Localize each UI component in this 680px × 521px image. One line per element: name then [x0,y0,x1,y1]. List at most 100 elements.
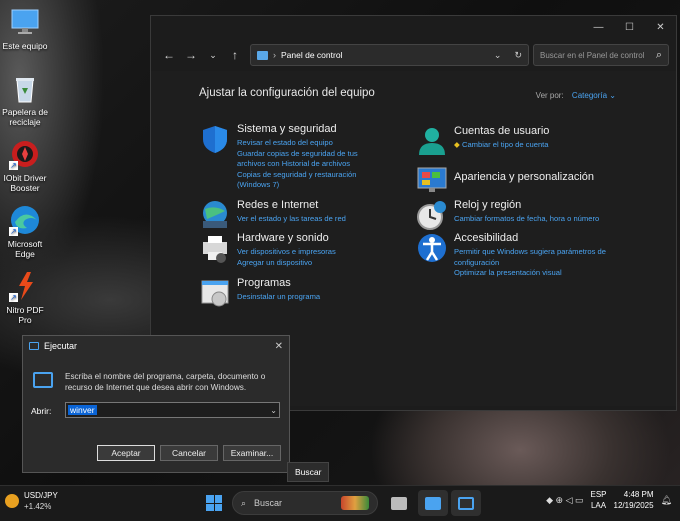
maximize-button[interactable]: ☐ [614,22,645,33]
nitro-pdf-icon: ↗ [9,270,41,302]
cancel-button[interactable]: Cancelar [160,445,218,461]
category-title[interactable]: Programas [237,277,320,290]
view-by-value[interactable]: Categoría [572,91,607,100]
windows-logo-icon [206,495,214,503]
category-clock-region: Reloj y región Cambiar formatos de fecha… [416,199,616,231]
category-title[interactable]: Sistema y seguridad [237,123,379,136]
user-accounts-icon[interactable] [416,125,448,157]
category-link[interactable]: Cambiar formatos de fecha, hora o número [454,214,599,225]
category-title[interactable]: Apariencia y personalización [454,171,594,184]
breadcrumb[interactable]: Panel de control [281,50,342,60]
page-title: Ajustar la configuración del equipo [199,87,375,99]
category-accessibility: Accesibilidad Permitir que Windows sugie… [416,232,616,279]
run-message: Escriba el nombre del programa, carpeta,… [65,372,266,392]
desktop-icon-edge[interactable]: ↗ Microsoft Edge [0,204,50,259]
search-highlight-icon [341,496,369,510]
taskbar-search[interactable]: ⌕ Buscar [232,491,378,515]
widget-title: USD/JPY [24,491,58,500]
desktop-icon-driver-booster[interactable]: ↗ IObit Driver Booster [0,138,50,193]
chevron-down-icon[interactable]: ⌄ [270,406,277,415]
widget-icon [5,494,19,508]
language-line: ESP [590,490,607,499]
run-icon [458,496,474,510]
ok-button[interactable]: Aceptar [97,445,155,461]
category-link[interactable]: Desinstalar un programa [237,292,320,303]
tray-icons[interactable]: ◆ ⊕ ◁ ▭ [546,495,583,506]
minimize-button[interactable]: — [583,22,614,33]
recycle-bin-icon [9,72,41,104]
category-link[interactable]: Revisar el estado del equipo [237,138,379,149]
clock[interactable]: 4:48 PM 12/19/2025 [614,489,654,511]
category-link[interactable]: Ver el estado y las tareas de red [237,214,346,225]
category-system-security: Sistema y seguridad Revisar el estado de… [199,123,379,191]
edge-icon: ↗ [9,204,41,236]
address-bar[interactable]: › Panel de control ⌄ ↻ [250,44,529,66]
category-link[interactable]: Ver dispositivos e impresoras [237,247,336,258]
programs-icon[interactable] [199,277,231,309]
category-title[interactable]: Cuentas de usuario [454,125,549,138]
title-bar: — ☐ ✕ [151,16,676,39]
taskbar-task-view[interactable] [384,490,414,516]
uac-shield-icon: ◆ [454,140,460,149]
control-panel-icon [425,496,441,510]
desktop-icon-recycle-bin[interactable]: Papelera de reciclaje [0,72,50,127]
shortcut-arrow-icon: ↗ [9,161,18,170]
widget-button[interactable]: USD/JPY +1.42% [5,490,58,512]
desktop-icon-this-pc[interactable]: Este equipo [0,6,50,51]
input-language[interactable]: ESP LAA [591,489,607,511]
run-dialog: Ejecutar ✕ Escriba el nombre del program… [22,335,290,473]
search-input[interactable]: Buscar en el Panel de control [540,51,645,60]
category-link-text[interactable]: Cambiar el tipo de cuenta [462,140,549,149]
recent-locations-icon[interactable]: ⌄ [202,50,224,61]
category-appearance: Apariencia y personalización [416,163,616,195]
search-box[interactable]: Buscar en el Panel de control ⌕ [533,44,669,66]
run-title-bar: Ejecutar ✕ [23,336,289,356]
search-tooltip: Buscar [287,462,330,482]
system-tray: ◆ ⊕ ◁ ▭ ESP LAA 4:48 PM 12/19/2025 🔔︎ [546,489,672,511]
printer-icon[interactable] [199,232,231,264]
category-title[interactable]: Hardware y sonido [237,232,336,245]
close-icon[interactable]: ✕ [275,341,283,352]
browse-button[interactable]: Examinar... [223,445,281,461]
category-link[interactable]: Copias de seguridad y restauración (Wind… [237,170,379,191]
category-link[interactable]: Guardar copias de seguridad de tus archi… [237,149,379,170]
category-hardware-sound: Hardware y sonido Ver dispositivos e imp… [199,232,379,268]
notification-bell-icon[interactable]: 🔔︎ [661,495,672,506]
view-by-dropdown[interactable]: Categoría ⌄ [572,91,616,100]
run-title: Ejecutar [44,341,78,351]
network-icon[interactable] [199,199,231,231]
desktop-icon-label: Microsoft Edge [7,239,43,259]
back-icon[interactable]: ← [158,48,180,62]
category-title[interactable]: Accesibilidad [454,232,616,245]
category-link[interactable]: Permitir que Windows sugiera parámetros … [454,247,616,268]
view-by: Ver por: Categoría ⌄ [536,91,616,100]
start-button[interactable] [206,495,222,511]
search-icon[interactable]: ⌕ [656,49,662,62]
category-title[interactable]: Reloj y región [454,199,599,212]
category-link[interactable]: ◆ Cambiar el tipo de cuenta [454,140,549,151]
accessibility-icon[interactable] [416,232,448,264]
desktop-icon-label: Este equipo [2,41,48,51]
open-input[interactable]: winver ⌄ [65,402,280,418]
close-button[interactable]: ✕ [645,22,676,33]
category-title[interactable]: Redes e Internet [237,199,346,212]
widget-change: +1.42% [24,502,52,511]
shortcut-arrow-icon: ↗ [9,227,18,236]
up-icon[interactable]: ↑ [224,48,246,62]
open-input-value[interactable]: winver [68,405,97,415]
taskbar-control-panel[interactable] [418,490,448,516]
shield-icon[interactable] [199,123,231,155]
desktop-icon-label: Papelera de reciclaje [2,107,48,127]
taskbar-run[interactable] [451,490,481,516]
category-link[interactable]: Optimizar la presentación visual [454,268,616,279]
clock-date: 12/19/2025 [613,501,654,510]
control-panel-icon [257,50,268,60]
clock-icon[interactable] [416,199,448,231]
forward-icon[interactable]: → [180,48,202,62]
refresh-icon[interactable]: ↻ [514,50,522,61]
address-dropdown-icon[interactable]: ⌄ [494,50,502,61]
category-link[interactable]: Agregar un dispositivo [237,258,336,269]
appearance-icon[interactable] [416,163,448,195]
run-app-icon [33,372,53,388]
desktop-icon-nitro-pdf[interactable]: ↗ Nitro PDF Pro [0,270,50,325]
